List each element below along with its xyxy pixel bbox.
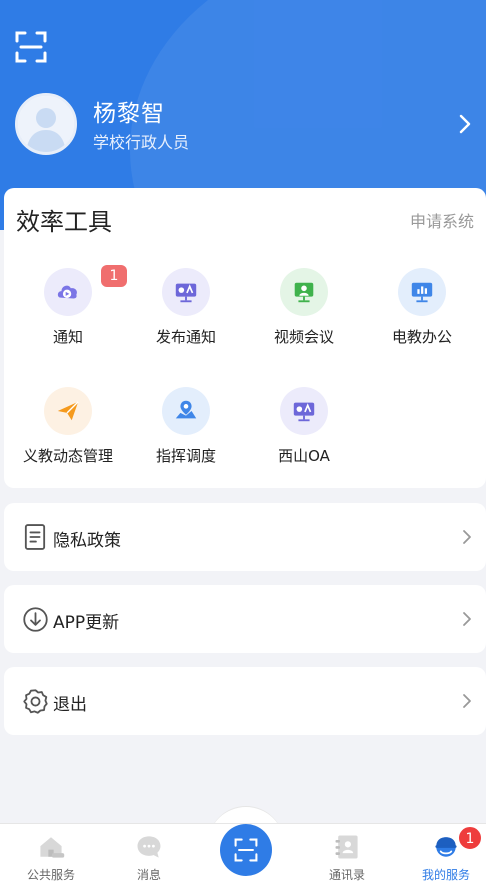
paper-plane-icon: [44, 387, 92, 435]
tool-video-meeting[interactable]: 视频会议: [245, 268, 363, 347]
map-pin-icon: [162, 387, 210, 435]
tab-label: 公共服务: [26, 868, 75, 882]
tool-label: 电教办公: [391, 328, 452, 346]
tool-label: 义教动态管理: [22, 447, 113, 465]
tab-label: 通讯录: [328, 868, 365, 882]
row-label: 隐私政策: [53, 531, 121, 551]
notification-play-icon: [44, 268, 92, 316]
user-name: 杨黎智: [93, 101, 165, 127]
scan-icon[interactable]: [14, 30, 48, 64]
download-icon: [20, 603, 50, 635]
tool-label: 视频会议: [273, 328, 334, 346]
chat-icon: [132, 830, 166, 864]
tool-label: 发布通知: [155, 328, 216, 346]
tool-notification[interactable]: 通知 1: [9, 265, 127, 347]
gear-icon: [20, 685, 50, 717]
avatar[interactable]: [15, 93, 77, 155]
tab-public-services[interactable]: 公共服务: [3, 824, 99, 883]
row-label: 退出: [53, 695, 87, 715]
tab-label: 消息: [136, 868, 161, 882]
tool-education-dynamics[interactable]: 义教动态管理: [9, 387, 127, 466]
chevron-right-icon[interactable]: [458, 114, 472, 134]
apply-system-link[interactable]: 申请系统: [410, 208, 474, 232]
tool-command-dispatch[interactable]: 指挥调度: [127, 387, 245, 466]
chevron-right-icon: [463, 530, 471, 544]
tab-contacts[interactable]: 通讯录: [299, 824, 395, 883]
avatar-person-icon: [18, 96, 74, 152]
oa-board-icon: [280, 387, 328, 435]
tab-label: 我的服务: [421, 868, 470, 882]
notification-badge: 1: [101, 265, 127, 287]
my-services-badge: 1: [458, 826, 482, 850]
tool-xishan-oa[interactable]: 西山OA: [245, 387, 363, 466]
home-icon: [34, 830, 68, 864]
tool-label: 西山OA: [278, 447, 330, 465]
chevron-right-icon: [463, 612, 471, 626]
tool-publish-notice[interactable]: 发布通知: [127, 268, 245, 347]
tool-label: 通知: [52, 328, 83, 346]
tools-title: 效率工具: [16, 208, 112, 236]
scan-button[interactable]: [220, 824, 272, 876]
scan-icon: [234, 838, 258, 862]
tools-card: 效率工具 申请系统 通知 1 发布通知 视频会议 电教办公 义教动态管理 指挥调…: [4, 188, 486, 488]
logout-row[interactable]: 退出: [4, 667, 486, 735]
contacts-icon: [330, 830, 364, 864]
user-role: 学校行政人员: [93, 133, 190, 152]
app-update-row[interactable]: APP更新: [4, 585, 486, 653]
tool-label: 指挥调度: [155, 447, 216, 465]
row-label: APP更新: [53, 613, 120, 633]
tab-messages[interactable]: 消息: [101, 824, 197, 883]
privacy-policy-row[interactable]: 隐私政策: [4, 503, 486, 571]
document-icon: [20, 521, 50, 553]
tool-audiovisual-office[interactable]: 电教办公: [363, 268, 481, 347]
monitor-chart-icon: [398, 268, 446, 316]
chevron-right-icon: [463, 694, 471, 708]
video-meeting-icon: [280, 268, 328, 316]
publish-board-icon: [162, 268, 210, 316]
